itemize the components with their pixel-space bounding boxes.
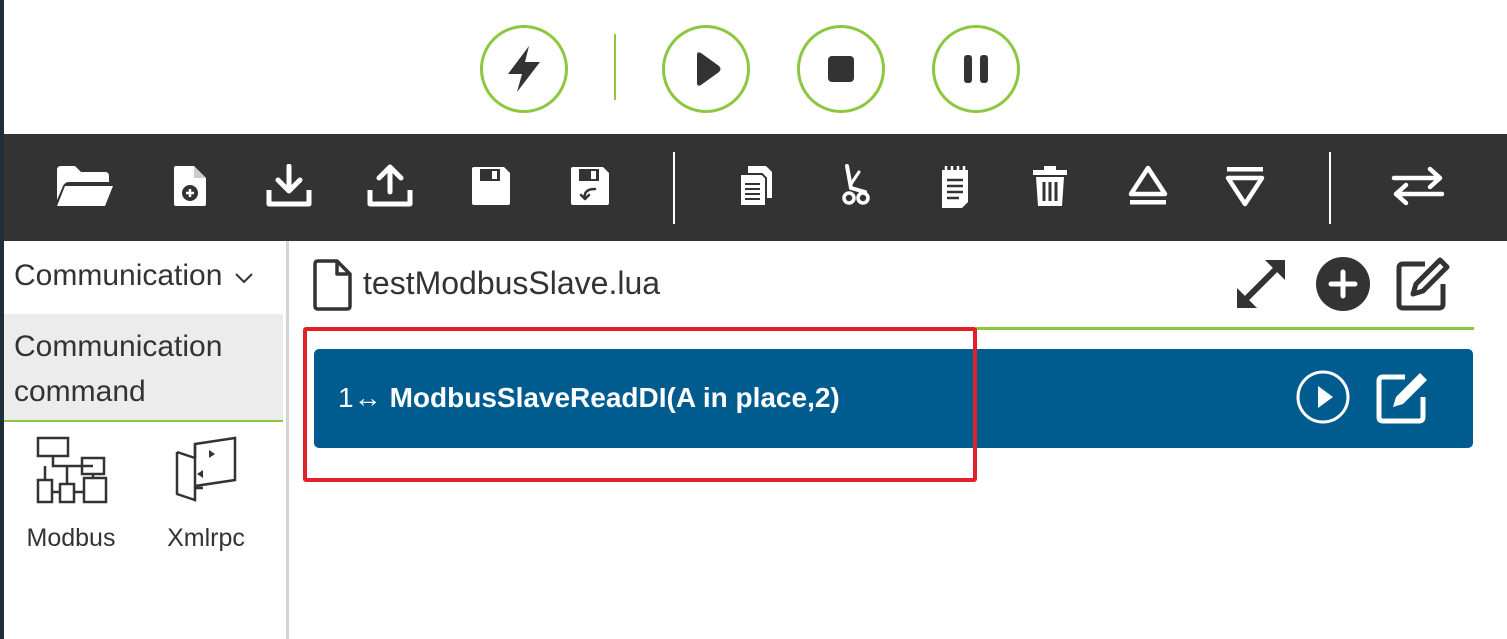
trash-icon [1031, 164, 1069, 213]
tool-modbus[interactable]: Modbus [16, 436, 126, 566]
expand-icon [1233, 256, 1289, 317]
tool-xmlrpc-label: Xmlrpc [167, 524, 245, 552]
start-button[interactable] [662, 25, 750, 113]
chevron-down-icon[interactable] [234, 271, 254, 289]
move-up-button[interactable] [1116, 160, 1180, 216]
paste-button[interactable] [923, 160, 987, 216]
play-circle-icon [1295, 369, 1351, 430]
upload-button[interactable] [358, 160, 422, 216]
play-icon [689, 51, 723, 87]
toolbar-separator [1329, 152, 1331, 224]
swap-button[interactable] [1386, 160, 1450, 216]
tool-modbus-label: Modbus [26, 524, 116, 552]
panel-divider [286, 241, 289, 639]
save-icon [470, 165, 512, 212]
command-text: ModbusSlaveReadDI(A in place,2) [389, 382, 840, 413]
editor-header-underline [976, 327, 1474, 330]
run-control-bar [0, 0, 1507, 134]
save-button[interactable] [459, 160, 523, 216]
run-divider [614, 34, 616, 100]
pause-button[interactable] [932, 25, 1020, 113]
run-command-button[interactable] [1295, 369, 1351, 430]
add-icon [1315, 256, 1371, 317]
command-row[interactable]: 1↔ ModbusSlaveReadDI(A in place,2) [314, 349, 1473, 448]
save-as-icon [569, 165, 611, 212]
folder-open-icon [55, 164, 113, 213]
toolbar-separator [673, 152, 675, 224]
lightning-icon [502, 44, 546, 94]
edit-command-button[interactable] [1375, 371, 1431, 427]
open-file-button[interactable] [52, 160, 116, 216]
enable-button[interactable] [480, 25, 568, 113]
category-dropdown[interactable]: Communication [14, 259, 254, 293]
file-name: testModbusSlave.lua [363, 265, 661, 301]
edit-file-button[interactable] [1395, 256, 1451, 317]
command-library-panel: Communication Communication command Modb… [4, 241, 286, 639]
copy-icon [738, 164, 774, 213]
xmlrpc-icon [173, 436, 239, 507]
delete-button[interactable] [1018, 160, 1082, 216]
double-arrow-icon: ↔ [353, 382, 382, 413]
stop-icon [826, 54, 856, 84]
save-as-button[interactable] [558, 160, 622, 216]
move-down-button[interactable] [1213, 160, 1277, 216]
file-toolbar [4, 134, 1507, 241]
upload-icon [366, 164, 414, 213]
pause-icon [961, 53, 991, 85]
download-button[interactable] [257, 160, 321, 216]
move-down-icon [1224, 164, 1266, 213]
tool-xmlrpc[interactable]: Xmlrpc [151, 436, 261, 566]
active-category-line1: Communication [14, 330, 223, 363]
paste-icon [938, 164, 972, 213]
active-category[interactable]: Communication command [4, 314, 283, 422]
edit-icon [1375, 369, 1431, 430]
copy-button[interactable] [724, 160, 788, 216]
command-line-number: 1 [338, 382, 354, 413]
expand-button[interactable] [1233, 258, 1289, 314]
new-file-icon [172, 164, 208, 213]
cut-icon [835, 163, 871, 213]
cut-button[interactable] [821, 160, 885, 216]
file-icon [311, 258, 353, 317]
edit-icon [1395, 256, 1451, 317]
swap-icon [1390, 166, 1446, 211]
add-command-button[interactable] [1315, 256, 1371, 317]
command-row-text: 1↔ ModbusSlaveReadDI(A in place,2) [338, 382, 840, 414]
active-category-line2: command [14, 375, 146, 408]
download-icon [265, 163, 313, 213]
modbus-icon [36, 436, 110, 511]
stop-button[interactable] [797, 25, 885, 113]
new-file-button[interactable] [158, 160, 222, 216]
move-up-icon [1127, 164, 1169, 213]
category-dropdown-value: Communication [14, 259, 223, 292]
